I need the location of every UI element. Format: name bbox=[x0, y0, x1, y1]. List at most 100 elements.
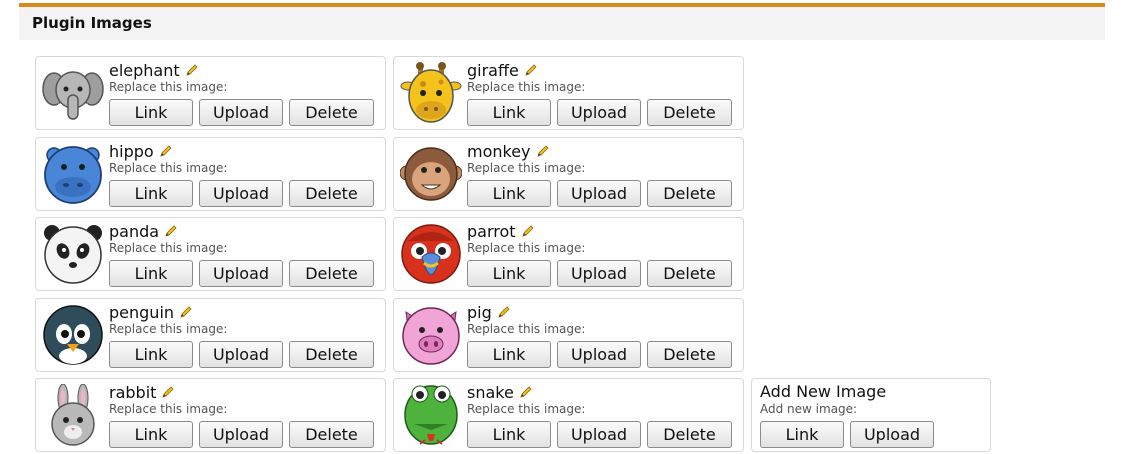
image-buttons: Link Upload Delete bbox=[467, 180, 732, 207]
upload-button[interactable]: Upload bbox=[557, 341, 641, 368]
link-button[interactable]: Link bbox=[467, 341, 551, 368]
upload-button[interactable]: Upload bbox=[557, 260, 641, 287]
delete-button[interactable]: Delete bbox=[289, 341, 374, 368]
replace-image-label: Replace this image: bbox=[109, 241, 228, 255]
edit-pencil-icon[interactable] bbox=[164, 224, 178, 238]
image-buttons: Link Upload Delete bbox=[467, 99, 732, 126]
replace-image-label: Replace this image: bbox=[109, 161, 228, 175]
link-button[interactable]: Link bbox=[467, 99, 551, 126]
hippo-icon bbox=[42, 143, 104, 205]
edit-pencil-icon[interactable] bbox=[524, 63, 538, 77]
image-name-row: monkey bbox=[467, 141, 550, 161]
delete-button[interactable]: Delete bbox=[647, 99, 732, 126]
panda-icon bbox=[42, 223, 104, 285]
image-card-hippo: hippo Replace this image: Link Upload De… bbox=[35, 137, 386, 211]
image-buttons: Link Upload Delete bbox=[109, 99, 374, 126]
image-card-penguin: penguin Replace this image: Link Upload … bbox=[35, 298, 386, 372]
delete-button[interactable]: Delete bbox=[647, 421, 732, 448]
link-button[interactable]: Link bbox=[467, 421, 551, 448]
edit-pencil-icon[interactable] bbox=[179, 305, 193, 319]
image-card-parrot: parrot Replace this image: Link Upload D… bbox=[393, 217, 744, 291]
image-name: penguin bbox=[109, 302, 175, 322]
edit-pencil-icon[interactable] bbox=[519, 385, 533, 399]
add-new-image-title: Add New Image bbox=[760, 382, 887, 401]
upload-button[interactable]: Upload bbox=[199, 341, 283, 368]
image-card-elephant: elephant Replace this image: Link Upload… bbox=[35, 56, 386, 130]
link-button[interactable]: Link bbox=[109, 421, 193, 448]
edit-pencil-icon[interactable] bbox=[159, 144, 173, 158]
image-card-pig: pig Replace this image: Link Upload Dele… bbox=[393, 298, 744, 372]
rabbit-icon bbox=[42, 384, 104, 446]
replace-image-label: Replace this image: bbox=[109, 80, 228, 94]
image-name: parrot bbox=[467, 221, 516, 241]
image-card-snake: snake Replace this image: Link Upload De… bbox=[393, 378, 744, 452]
link-button[interactable]: Link bbox=[109, 341, 193, 368]
edit-pencil-icon[interactable] bbox=[161, 385, 175, 399]
image-name-row: rabbit bbox=[109, 382, 175, 402]
delete-button[interactable]: Delete bbox=[647, 341, 732, 368]
image-buttons: Link Upload Delete bbox=[109, 421, 374, 448]
link-button[interactable]: Link bbox=[109, 180, 193, 207]
replace-image-label: Replace this image: bbox=[467, 161, 586, 175]
delete-button[interactable]: Delete bbox=[289, 99, 374, 126]
image-card-giraffe: giraffe Replace this image: Link Upload … bbox=[393, 56, 744, 130]
image-buttons: Link Upload Delete bbox=[467, 421, 732, 448]
upload-button[interactable]: Upload bbox=[557, 180, 641, 207]
image-name-row: hippo bbox=[109, 141, 173, 161]
link-button[interactable]: Link bbox=[109, 260, 193, 287]
image-name: elephant bbox=[109, 60, 180, 80]
image-name-row: pig bbox=[467, 302, 511, 322]
pig-icon bbox=[400, 304, 462, 366]
penguin-icon bbox=[42, 304, 104, 366]
image-buttons: Link Upload Delete bbox=[109, 341, 374, 368]
image-name-row: giraffe bbox=[467, 60, 538, 80]
image-buttons: Link Upload Delete bbox=[467, 341, 732, 368]
delete-button[interactable]: Delete bbox=[647, 260, 732, 287]
upload-button[interactable]: Upload bbox=[199, 421, 283, 448]
image-name: pig bbox=[467, 302, 492, 322]
add-new-image-card: Add New Image Add new image: Link Upload bbox=[751, 378, 991, 452]
delete-button[interactable]: Delete bbox=[289, 260, 374, 287]
parrot-icon bbox=[400, 223, 462, 285]
replace-image-label: Replace this image: bbox=[109, 322, 228, 336]
image-name-row: panda bbox=[109, 221, 178, 241]
image-buttons: Link Upload Delete bbox=[109, 180, 374, 207]
edit-pencil-icon[interactable] bbox=[497, 305, 511, 319]
upload-button[interactable]: Upload bbox=[199, 260, 283, 287]
link-button[interactable]: Link bbox=[467, 260, 551, 287]
add-new-image-buttons: Link Upload bbox=[760, 421, 934, 448]
upload-button[interactable]: Upload bbox=[557, 99, 641, 126]
image-name-row: penguin bbox=[109, 302, 193, 322]
link-button[interactable]: Link bbox=[467, 180, 551, 207]
upload-button[interactable]: Upload bbox=[199, 99, 283, 126]
image-name: rabbit bbox=[109, 382, 157, 402]
snake-icon bbox=[400, 384, 462, 446]
replace-image-label: Replace this image: bbox=[467, 241, 586, 255]
delete-button[interactable]: Delete bbox=[647, 180, 732, 207]
replace-image-label: Replace this image: bbox=[467, 80, 586, 94]
image-name: monkey bbox=[467, 141, 531, 161]
add-upload-button[interactable]: Upload bbox=[850, 421, 934, 448]
panel-header: Plugin Images bbox=[19, 3, 1105, 40]
image-name: snake bbox=[467, 382, 514, 402]
edit-pencil-icon[interactable] bbox=[521, 224, 535, 238]
elephant-icon bbox=[42, 62, 104, 124]
giraffe-icon bbox=[400, 62, 462, 124]
edit-pencil-icon[interactable] bbox=[185, 63, 199, 77]
link-button[interactable]: Link bbox=[109, 99, 193, 126]
image-card-monkey: monkey Replace this image: Link Upload D… bbox=[393, 137, 744, 211]
monkey-icon bbox=[400, 143, 462, 205]
delete-button[interactable]: Delete bbox=[289, 180, 374, 207]
upload-button[interactable]: Upload bbox=[557, 421, 641, 448]
image-name: hippo bbox=[109, 141, 154, 161]
delete-button[interactable]: Delete bbox=[289, 421, 374, 448]
replace-image-label: Replace this image: bbox=[467, 322, 586, 336]
image-buttons: Link Upload Delete bbox=[109, 260, 374, 287]
replace-image-label: Replace this image: bbox=[109, 402, 228, 416]
add-new-image-label: Add new image: bbox=[760, 402, 858, 416]
add-link-button[interactable]: Link bbox=[760, 421, 844, 448]
edit-pencil-icon[interactable] bbox=[536, 144, 550, 158]
image-name: giraffe bbox=[467, 60, 519, 80]
image-card-rabbit: rabbit Replace this image: Link Upload D… bbox=[35, 378, 386, 452]
upload-button[interactable]: Upload bbox=[199, 180, 283, 207]
